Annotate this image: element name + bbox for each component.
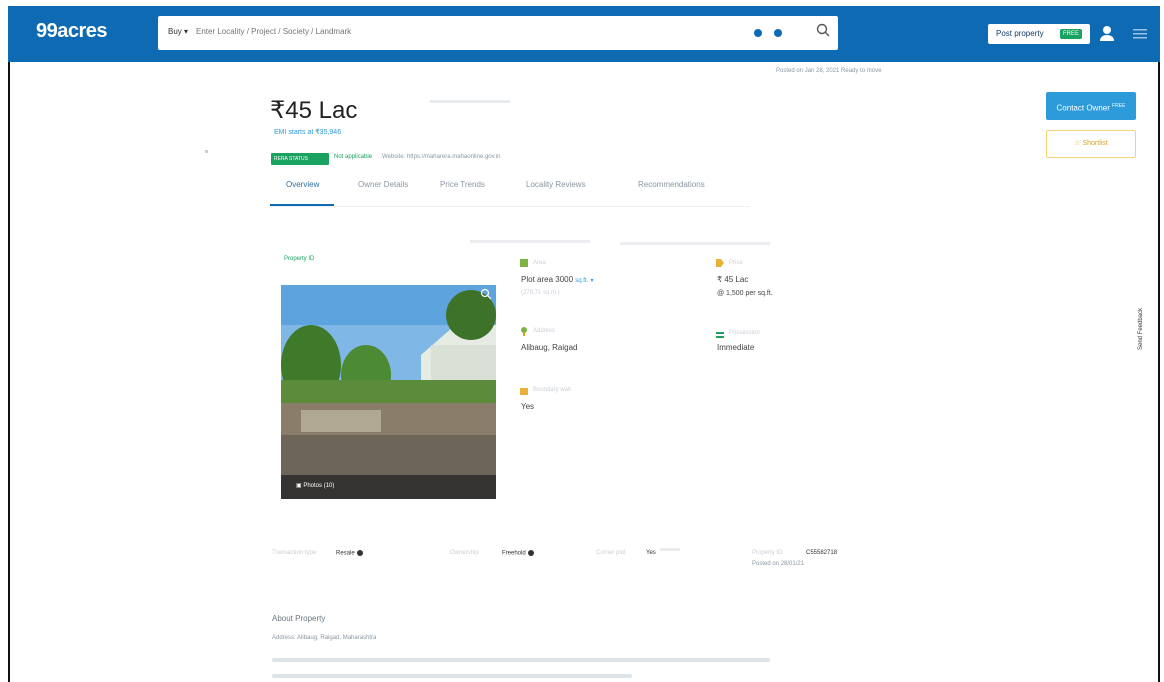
- page-frame: [8, 6, 1160, 682]
- emi-link[interactable]: EMI starts at ₹35,946: [274, 128, 341, 136]
- info-icon[interactable]: [527, 550, 534, 556]
- area-unit-dropdown[interactable]: sq.ft.: [575, 278, 588, 284]
- possession-icon: [716, 332, 724, 338]
- area-value: Plot area 3000 sq.ft. ▾: [521, 275, 594, 284]
- about-address: Address: Alibaug, Raigad, Maharashtra: [272, 635, 377, 641]
- property-id-value: C55582718: [806, 550, 838, 556]
- area-label: Area: [533, 260, 546, 266]
- search-input[interactable]: [196, 27, 636, 36]
- info-icon[interactable]: [356, 550, 363, 556]
- tabs-divider: [270, 206, 750, 207]
- shortlist-button[interactable]: ☆ Shortlist: [1046, 130, 1136, 158]
- boundary-wall-icon: [520, 388, 528, 395]
- location-pin-icon: [521, 327, 527, 336]
- scan-speck: [620, 242, 770, 245]
- mic-icon[interactable]: [774, 29, 782, 37]
- rera-website: Website: https://maharera.mahaonline.gov…: [382, 154, 501, 160]
- boundary-label: Boundary wall: [533, 387, 571, 393]
- user-icon[interactable]: [1098, 24, 1116, 42]
- top-nav-bar: 99acres Buy ▾ Post property FREE: [8, 6, 1160, 62]
- boundary-value: Yes: [521, 402, 535, 411]
- area-sub: (278.71 sq.m.): [521, 290, 560, 296]
- scan-speck: [470, 240, 590, 243]
- search-bar: Buy ▾: [158, 16, 838, 50]
- transaction-label: Transaction type: [272, 550, 317, 556]
- contact-owner-button[interactable]: Contact Owner FREE: [1046, 92, 1136, 120]
- scan-speck: [660, 548, 680, 551]
- listing-price: ₹45 Lac: [270, 97, 358, 124]
- search-icon[interactable]: [816, 23, 830, 37]
- property-photo[interactable]: [281, 285, 496, 499]
- price-tag-icon: [716, 259, 724, 267]
- corner-plot-value: Yes: [646, 550, 656, 556]
- post-property-label: Post property: [996, 29, 1044, 38]
- expand-photo-icon[interactable]: [480, 288, 492, 300]
- property-id-sub: Posted on 28/01/21: [752, 561, 805, 567]
- rera-status-badge: RERA STATUS: [271, 153, 329, 165]
- ownership-label: Ownership: [450, 550, 479, 556]
- buy-dropdown[interactable]: Buy ▾: [168, 27, 188, 36]
- price-value: ₹ 45 Lac: [717, 275, 749, 284]
- price-label: Price: [729, 260, 743, 266]
- possession-label: Possession: [729, 330, 760, 336]
- scan-speck: [430, 100, 510, 103]
- free-badge: FREE: [1060, 29, 1082, 39]
- photos-count[interactable]: ▣ Photos (10): [296, 482, 334, 489]
- post-property-button[interactable]: Post property FREE: [988, 24, 1090, 44]
- ownership-value: Freehold: [502, 550, 534, 557]
- property-id-label: Property ID: [284, 256, 315, 262]
- corner-plot-label: Corner plot: [596, 550, 626, 556]
- site-logo[interactable]: 99acres: [36, 20, 108, 43]
- transaction-value: Resale: [336, 550, 363, 557]
- rera-link[interactable]: Not applicable: [334, 154, 372, 160]
- tab-price-trends[interactable]: Price Trends: [440, 180, 485, 189]
- tab-recommendations[interactable]: Recommendations: [638, 180, 705, 189]
- tab-owner-details[interactable]: Owner Details: [358, 180, 408, 189]
- send-feedback-tab[interactable]: Send Feedback: [1138, 290, 1160, 370]
- about-property-heading: About Property: [272, 614, 326, 623]
- property-id-fact-label: Property ID: [752, 550, 783, 556]
- location-dot-icon[interactable]: [754, 29, 762, 37]
- area-icon: [520, 259, 528, 267]
- tab-locality-reviews[interactable]: Locality Reviews: [526, 180, 586, 189]
- address-label: Address: [533, 328, 556, 334]
- address-value: Alibaug, Raigad: [521, 343, 578, 352]
- price-per-sqft: @ 1,500 per sq.ft.: [717, 290, 773, 297]
- hamburger-menu-icon[interactable]: [1133, 28, 1147, 40]
- description-text: [272, 674, 632, 678]
- tab-overview[interactable]: Overview: [286, 180, 319, 189]
- scan-speck: [205, 150, 208, 153]
- description-text: [272, 658, 770, 662]
- possession-value: Immediate: [717, 343, 755, 352]
- posted-date: Posted on Jan 28, 2021 Ready to move: [776, 68, 882, 74]
